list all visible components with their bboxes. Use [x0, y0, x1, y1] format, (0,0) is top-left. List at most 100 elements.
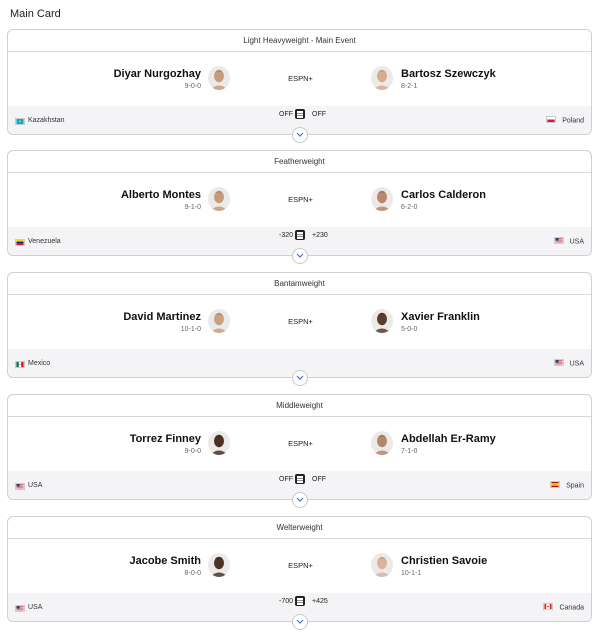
expand-button[interactable]	[292, 370, 308, 386]
fighter-right-name[interactable]: Bartosz Szewczyk	[401, 68, 496, 80]
sportsbook-logo-icon	[295, 109, 305, 119]
weight-class-header: Bantamweight	[8, 273, 591, 295]
fighter-right-record: 5-0-0	[401, 326, 418, 333]
weight-class-header: Featherweight	[8, 151, 591, 173]
flag-icon	[553, 237, 564, 244]
fighter-right-record: 8-2-1	[401, 83, 418, 90]
weight-class-header: Welterweight	[8, 517, 591, 539]
fighter-left-name[interactable]: Torrez Finney	[130, 433, 201, 445]
weight-class-header: Middleweight	[8, 395, 591, 417]
matchup-row: Jacobe Smith 8-0-0 ESPN+ Christien Savoi…	[8, 539, 591, 594]
flag-icon	[15, 361, 25, 368]
fighter-right-name[interactable]: Xavier Franklin	[401, 311, 480, 323]
flag-icon	[15, 239, 25, 246]
fighter-left-name[interactable]: Diyar Nurgozhay	[114, 68, 201, 80]
odds-left: -320	[278, 232, 293, 239]
chevron-down-icon	[296, 253, 304, 258]
fighter-right-country-label: USA	[569, 360, 584, 368]
odds-right: +230	[312, 232, 328, 239]
bout-footer: USA OFF OFF Spain	[8, 471, 591, 508]
chevron-down-icon	[296, 375, 304, 380]
fighter-right-country: USA	[553, 237, 584, 246]
flag-icon	[553, 359, 564, 366]
fighter-right-country-label: Poland	[562, 117, 584, 125]
fighter-right-country: Canada	[543, 603, 584, 612]
bout-card[interactable]: Bantamweight David Martinez 10-1-0 ESPN+…	[7, 272, 592, 386]
fighter-right-name[interactable]: Carlos Calderon	[401, 189, 486, 201]
fighter-left-record: 9-0-0	[184, 448, 201, 455]
fighter-left-record: 9-1-0	[184, 204, 201, 211]
expand-button[interactable]	[292, 127, 308, 143]
weight-class-header: Light Heavyweight - Main Event	[8, 30, 591, 52]
odds-right: +425	[312, 598, 328, 605]
bout-footer: USA -700 +425 Canada	[8, 593, 591, 630]
fighter-left-name[interactable]: Jacobe Smith	[129, 555, 201, 567]
fighter-right-avatar[interactable]	[371, 309, 393, 333]
flag-icon	[15, 483, 25, 490]
fighter-left-country: Kazakhstan	[28, 117, 65, 124]
broadcast-label: ESPN+	[288, 195, 313, 204]
expand-button[interactable]	[292, 248, 308, 264]
fighter-left-country: USA	[28, 604, 43, 611]
expand-button[interactable]	[292, 614, 308, 630]
matchup-row: David Martinez 10-1-0 ESPN+ Xavier Frank…	[8, 295, 591, 350]
fighter-left-record: 10-1-0	[180, 326, 201, 333]
fighter-right-record: 7-1-0	[401, 448, 418, 455]
flag-icon	[15, 605, 25, 612]
matchup-row: Torrez Finney 9-0-0 ESPN+ Abdellah Er-Ra…	[8, 417, 591, 472]
bout-footer: Venezuela -320 +230 USA	[8, 227, 591, 264]
bout-card[interactable]: Light Heavyweight - Main Event Diyar Nur…	[7, 29, 592, 143]
bout-card[interactable]: Welterweight Jacobe Smith 8-0-0 ESPN+ Ch…	[7, 516, 592, 630]
odds-right: OFF	[312, 476, 326, 483]
fighter-right-country: Spain	[550, 481, 584, 490]
fighter-left-country: Mexico	[28, 360, 51, 367]
bout-card[interactable]: Featherweight Alberto Montes 9-1-0 ESPN+…	[7, 150, 592, 264]
fighter-right-country-label: USA	[569, 238, 584, 246]
flag-icon	[550, 481, 561, 488]
chevron-down-icon	[296, 132, 304, 137]
fighter-left-avatar[interactable]	[208, 66, 230, 90]
bout-footer: Mexico USA	[8, 349, 591, 386]
sportsbook-logo-icon	[295, 596, 305, 606]
fighter-left-avatar[interactable]	[208, 553, 230, 577]
matchup-row: Diyar Nurgozhay 9-0-0 ESPN+ Bartosz Szew…	[8, 52, 591, 107]
fighter-left-avatar[interactable]	[208, 187, 230, 211]
odds-right: OFF	[312, 111, 326, 118]
fighter-right-country-label: Canada	[559, 604, 584, 612]
matchup-row: Alberto Montes 9-1-0 ESPN+ Carlos Calder…	[8, 173, 591, 228]
fighter-left-avatar[interactable]	[208, 431, 230, 455]
fighter-right-country-label: Spain	[566, 482, 584, 490]
fighter-right-name[interactable]: Christien Savoie	[401, 555, 487, 567]
odds-left: OFF	[279, 111, 293, 118]
fighter-left-avatar[interactable]	[208, 309, 230, 333]
odds-left: -700	[278, 598, 293, 605]
flag-icon	[546, 116, 557, 123]
bout-card[interactable]: Middleweight Torrez Finney 9-0-0 ESPN+ A…	[7, 394, 592, 508]
fighter-left-country: USA	[28, 482, 43, 489]
flag-icon	[543, 603, 554, 610]
fighter-right-avatar[interactable]	[371, 66, 393, 90]
fighter-right-country: USA	[553, 359, 584, 368]
page-title: Main Card	[10, 8, 61, 20]
flag-icon	[15, 118, 25, 125]
fighter-right-record: 10-1-1	[401, 570, 422, 577]
fighter-right-record: 6-2-0	[401, 204, 418, 211]
broadcast-label: ESPN+	[288, 74, 313, 83]
expand-button[interactable]	[292, 492, 308, 508]
broadcast-label: ESPN+	[288, 439, 313, 448]
fighter-left-record: 8-0-0	[184, 570, 201, 577]
fighter-right-name[interactable]: Abdellah Er-Ramy	[401, 433, 496, 445]
broadcast-label: ESPN+	[288, 561, 313, 570]
odds-left: OFF	[279, 476, 293, 483]
fighter-right-country: Poland	[546, 116, 584, 125]
broadcast-label: ESPN+	[288, 317, 313, 326]
fighter-left-country: Venezuela	[28, 238, 61, 245]
fighter-right-avatar[interactable]	[371, 431, 393, 455]
fighter-right-avatar[interactable]	[371, 187, 393, 211]
sportsbook-logo-icon	[295, 474, 305, 484]
fighter-left-name[interactable]: Alberto Montes	[121, 189, 201, 201]
fighter-left-name[interactable]: David Martinez	[123, 311, 201, 323]
fighter-left-record: 9-0-0	[184, 83, 201, 90]
fighter-right-avatar[interactable]	[371, 553, 393, 577]
bout-footer: Kazakhstan OFF OFF Poland	[8, 106, 591, 143]
